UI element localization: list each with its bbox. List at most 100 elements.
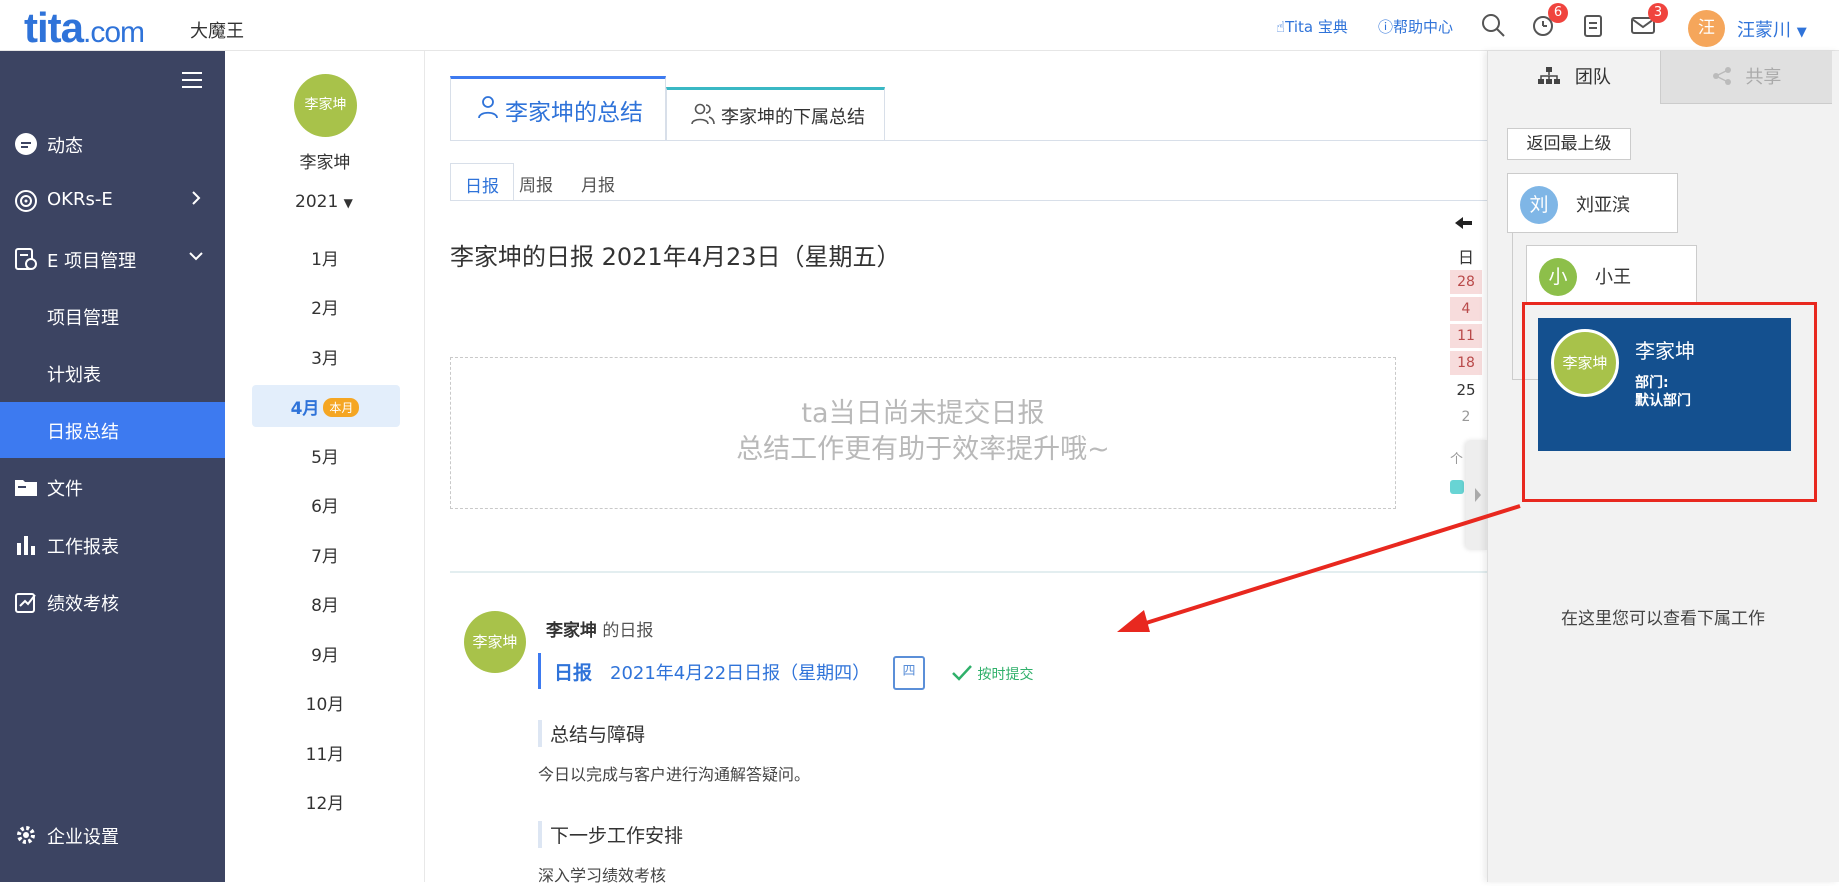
entry-kind: 日报 [554,662,593,684]
nav-item-reports[interactable]: 工作报表 [0,517,225,573]
empty-line-1: ta当日尚未提交日报 [801,398,1045,429]
month-label: 4月 [290,399,320,419]
alarm-clock-icon[interactable]: 6 [1530,3,1568,38]
calendar-day[interactable]: 2 [1450,405,1482,429]
tab-label: 团队 [1574,67,1611,88]
tita-guide-link[interactable]: ☝Tita 宝典 [1276,16,1348,37]
profile-avatar: 李家坤 [294,74,357,137]
org-node-avatar: 小 [1539,258,1577,296]
logo-suffix: .com [83,16,145,49]
nav-item-okrs[interactable]: OKRs-E [0,173,225,229]
main-content: 李家坤的总结 李家坤的下属总结 日报 周报 月报 李家坤的日报 2021年4月2… [426,51,1490,885]
tita-logo[interactable]: tita.com [24,4,145,52]
month-item[interactable]: 7月 [225,542,425,567]
share-icon [1712,67,1732,88]
tab-divider [450,140,1490,141]
month-item-current[interactable]: 4月 本月 [225,394,425,419]
report-title: 李家坤的日报 2021年4月23日（星期五） [450,243,901,271]
nav-item-project[interactable]: E 项目管理 [0,231,225,287]
month-item[interactable]: 6月 [225,492,425,517]
nav-item-daily-summary[interactable]: 日报总结 [0,402,225,458]
help-center-label: 帮助中心 [1393,18,1454,36]
entry-author-name[interactable]: 李家坤 [546,621,597,641]
back-to-top-level-button[interactable]: 返回最上级 [1507,128,1631,160]
nav-item-files[interactable]: 文件 [0,459,225,515]
tab-my-summary[interactable]: 李家坤的总结 [450,76,666,141]
nav-label: E 项目管理 [47,251,137,272]
section-title-summary: 总结与障碍 [538,720,645,747]
caret-down-icon: ▼ [1796,25,1807,40]
nav-label: 计划表 [47,365,101,386]
mini-calendar: 28 4 11 18 25 2 [1450,270,1490,432]
tab-label: 李家坤的总结 [505,100,643,126]
calendar-prev-icon[interactable] [1455,215,1473,235]
ontime-status: 按时提交 [951,664,1033,684]
nav-item-feed[interactable]: 动态 [0,116,225,172]
nav-item-project-management[interactable]: 项目管理 [0,288,225,344]
top-bar: tita.com 大魔王 ☝Tita 宝典 ⓘ帮助中心 6 3 汪 汪蒙川 ▼ [0,0,1839,51]
nav-item-plan[interactable]: 计划表 [0,345,225,401]
tab-label: 共享 [1745,67,1782,88]
org-node-avatar: 刘 [1520,186,1558,224]
month-item[interactable]: 8月 [225,591,425,616]
chevron-down-icon [187,247,205,265]
month-item[interactable]: 11月 [225,740,425,765]
entry-avatar[interactable]: 李家坤 [464,611,526,673]
users-icon [691,103,715,130]
help-icon: ⓘ [1378,18,1394,36]
section-body-summary: 今日以完成与客户进行沟通解答疑问。 [538,765,811,784]
empty-report-placeholder: ta当日尚未提交日报 总结工作更有助于效率提升哦~ [450,357,1396,509]
nav-item-performance[interactable]: 绩效考核 [0,574,225,630]
month-item[interactable]: 10月 [225,690,425,715]
clipboard-icon[interactable] [1580,12,1606,38]
org-tree-icon [1537,67,1561,88]
calendar-day[interactable]: 18 [1450,351,1482,375]
logo-text: tita [24,4,84,51]
org-node-name: 刘亚滨 [1576,195,1630,216]
calendar-weekday-header: 日 [1458,248,1475,267]
nav-label: 工作报表 [47,537,119,558]
month-item[interactable]: 2月 [225,294,425,319]
entry-author-suffix: 的日报 [602,621,654,641]
org-node-name: 小王 [1595,267,1631,288]
org-node-xiaowang[interactable]: 小 小王 [1526,245,1697,305]
month-item[interactable]: 5月 [225,443,425,468]
calendar-day[interactable]: 28 [1450,270,1482,294]
profile-name: 李家坤 [299,153,351,173]
search-icon[interactable] [1480,12,1506,38]
entry-accent-bar [538,653,541,689]
month-item[interactable]: 9月 [225,641,425,666]
user-icon [477,95,499,125]
empty-line-2: 总结工作更有助于效率提升哦~ [736,434,1110,465]
calendar-legend-text: 个 [1450,452,1464,467]
gear-icon [14,823,38,847]
subtab-divider [450,200,1490,201]
calendar-day[interactable]: 25 [1450,378,1482,402]
tab-share[interactable]: 共享 [1660,51,1832,104]
org-node-liuyabin[interactable]: 刘 刘亚滨 [1507,173,1678,233]
help-center-link[interactable]: ⓘ帮助中心 [1378,16,1453,37]
month-item[interactable]: 1月 [225,245,425,270]
check-icon [952,665,972,681]
nav-label: OKRs-E [47,189,113,210]
tab-subordinate-summary[interactable]: 李家坤的下属总结 [666,87,885,141]
nav-item-enterprise-settings[interactable]: 企业设置 [0,807,225,863]
hamburger-menu-icon[interactable] [182,71,204,93]
tita-guide-label: Tita 宝典 [1285,18,1348,36]
month-item[interactable]: 12月 [225,789,425,814]
calendar-day[interactable]: 11 [1450,324,1482,348]
year-selector[interactable]: 2021 ▼ [295,192,353,212]
folder-icon [14,475,38,499]
calendar-day[interactable]: 4 [1450,297,1482,321]
subtab-monthly[interactable]: 月报 [567,163,629,201]
company-name[interactable]: 大魔王 [190,17,244,43]
tab-team[interactable]: 团队 [1488,51,1660,104]
user-menu[interactable]: 汪蒙川 ▼ [1737,16,1807,42]
nav-label: 项目管理 [47,308,119,329]
month-item[interactable]: 3月 [225,344,425,369]
user-avatar[interactable]: 汪 [1688,10,1725,47]
mail-icon[interactable]: 3 [1630,3,1668,38]
annotation-arrow [1117,504,1521,632]
entry-date-link[interactable]: 2021年4月22日日报（星期四） [610,659,870,685]
subtab-weekly[interactable]: 周报 [505,163,567,201]
